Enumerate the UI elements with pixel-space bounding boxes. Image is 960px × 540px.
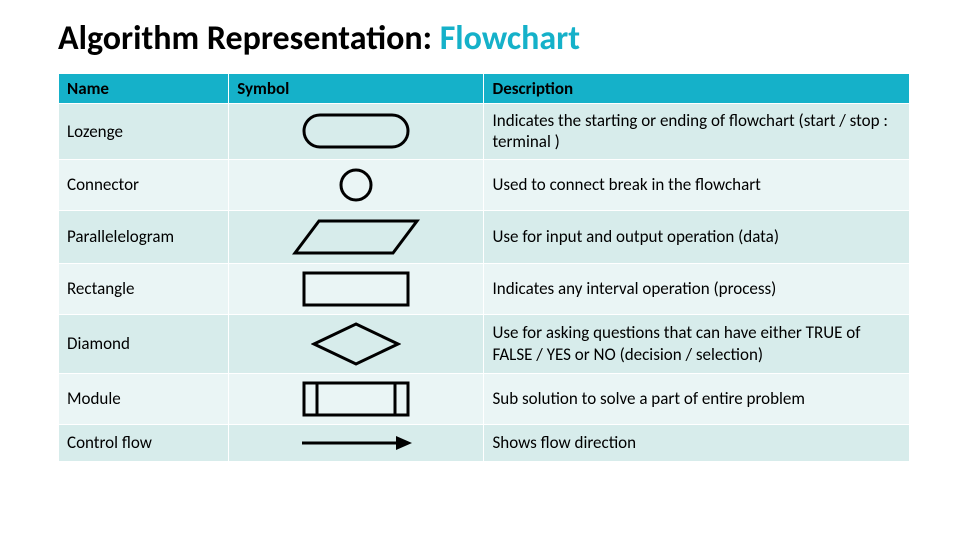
cell-symbol bbox=[229, 210, 484, 263]
cell-name: Diamond bbox=[59, 314, 229, 373]
cell-desc: Use for asking questions that can have e… bbox=[484, 314, 910, 373]
cell-desc: Shows flow direction bbox=[484, 424, 910, 461]
parallelogram-icon bbox=[291, 217, 421, 257]
cell-desc: Indicates any interval operation (proces… bbox=[484, 263, 910, 314]
table-row: Lozenge Indicates the starting or ending… bbox=[59, 104, 910, 160]
cell-name: Connector bbox=[59, 159, 229, 210]
cell-name: Rectangle bbox=[59, 263, 229, 314]
cell-name: Control flow bbox=[59, 424, 229, 461]
diamond-icon bbox=[311, 321, 401, 367]
cell-name: Parallelelogram bbox=[59, 210, 229, 263]
page-title: Algorithm Representation: Flowchart bbox=[58, 18, 910, 59]
cell-symbol bbox=[229, 314, 484, 373]
cell-desc: Sub solution to solve a part of entire p… bbox=[484, 373, 910, 424]
table-row: Parallelelogram Use for input and output… bbox=[59, 210, 910, 263]
lozenge-icon bbox=[301, 112, 411, 150]
table-row: Rectangle Indicates any interval operati… bbox=[59, 263, 910, 314]
col-header-symbol: Symbol bbox=[229, 74, 484, 104]
connector-icon bbox=[337, 166, 375, 204]
rectangle-icon bbox=[301, 270, 411, 308]
table-row: Control flow Shows flow direction bbox=[59, 424, 910, 461]
cell-desc: Indicates the starting or ending of flow… bbox=[484, 104, 910, 160]
cell-desc: Used to connect break in the flowchart bbox=[484, 159, 910, 210]
cell-symbol bbox=[229, 104, 484, 160]
col-header-description: Description bbox=[484, 74, 910, 104]
table-row: Connector Used to connect break in the f… bbox=[59, 159, 910, 210]
cell-name: Lozenge bbox=[59, 104, 229, 160]
arrow-icon bbox=[296, 431, 416, 455]
title-accent: Flowchart bbox=[440, 18, 580, 59]
col-header-name: Name bbox=[59, 74, 229, 104]
cell-symbol bbox=[229, 373, 484, 424]
table-row: Diamond Use for asking questions that ca… bbox=[59, 314, 910, 373]
title-plain: Algorithm Representation: bbox=[58, 18, 440, 59]
cell-name: Module bbox=[59, 373, 229, 424]
module-icon bbox=[301, 380, 411, 418]
cell-symbol bbox=[229, 263, 484, 314]
cell-symbol bbox=[229, 159, 484, 210]
flowchart-symbols-table: Name Symbol Description Lozenge Indicate… bbox=[58, 73, 910, 462]
cell-desc: Use for input and output operation (data… bbox=[484, 210, 910, 263]
cell-symbol bbox=[229, 424, 484, 461]
table-row: Module Sub solution to solve a part of e… bbox=[59, 373, 910, 424]
